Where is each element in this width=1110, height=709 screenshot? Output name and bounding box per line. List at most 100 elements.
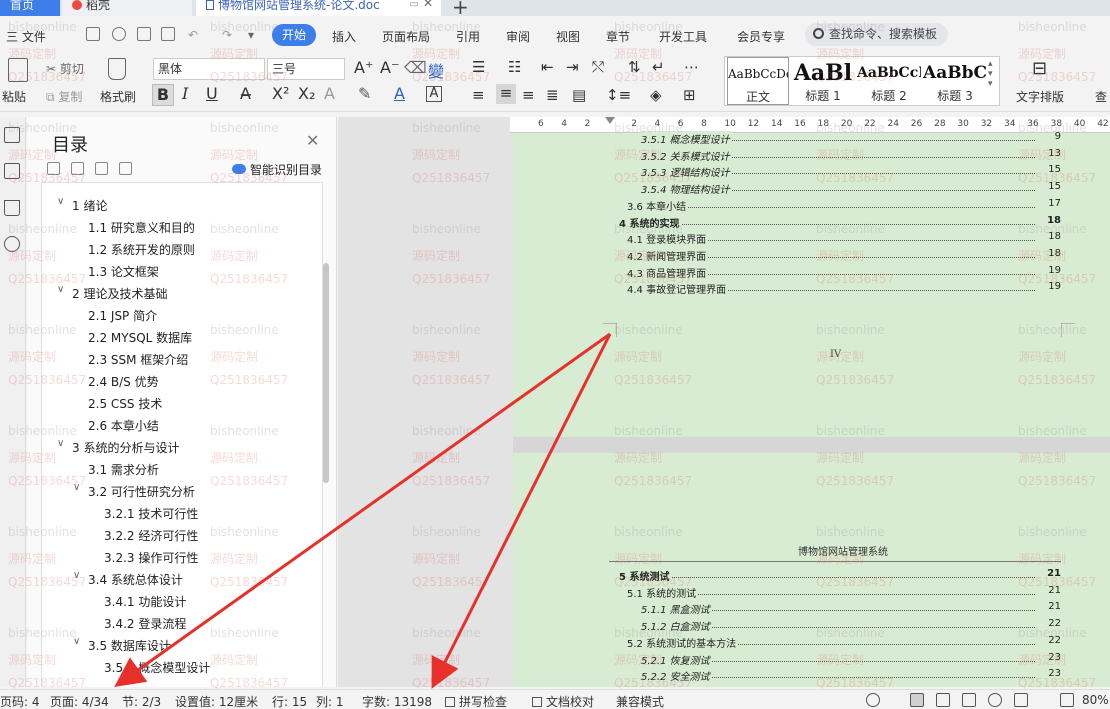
underline-button[interactable]: U bbox=[206, 84, 218, 103]
toc-item[interactable]: ∨ 1 绪论 bbox=[57, 196, 107, 214]
doc-toc-line[interactable]: 5.2.1 恢复测试 23 bbox=[609, 651, 1061, 667]
menu-insert[interactable]: 插入 bbox=[332, 28, 356, 45]
sort-icon[interactable]: ⇅ bbox=[628, 58, 641, 76]
eye-protection-icon[interactable] bbox=[866, 693, 880, 707]
indent-marker[interactable] bbox=[605, 117, 615, 124]
toc-item[interactable]: 2.5 CSS 技术 bbox=[88, 395, 162, 412]
text-effect-button[interactable]: A bbox=[324, 84, 335, 103]
clear-format-icon[interactable]: ⌫ bbox=[404, 58, 427, 77]
toc-panel-icon[interactable] bbox=[4, 127, 20, 143]
menu-member[interactable]: 会员专享 bbox=[737, 28, 785, 45]
decrease-indent-icon[interactable]: ⇤ bbox=[541, 58, 554, 76]
menu-file[interactable]: 三 文件 bbox=[6, 28, 46, 45]
menu-chapter[interactable]: 章节 bbox=[606, 28, 630, 45]
new-tab-button[interactable]: + bbox=[452, 0, 469, 19]
style-normal[interactable]: AaBbCcDd 正文 bbox=[727, 57, 789, 105]
doc-toc-line[interactable]: 5.1 系统的测试 21 bbox=[609, 584, 1061, 600]
bullet-list-icon[interactable]: ☰ bbox=[472, 58, 485, 76]
expand-all-icon[interactable] bbox=[47, 162, 60, 175]
text-layout-icon[interactable]: ⊟ bbox=[1032, 58, 1047, 79]
cut-button[interactable]: ✂ 剪切 bbox=[46, 60, 84, 77]
style-scroll-icon[interactable]: ▴ ▾ ▾ bbox=[988, 59, 993, 89]
smart-toc-button[interactable]: 智能识别目录 bbox=[232, 161, 322, 178]
toc-item[interactable]: 3.4.1 功能设计 bbox=[104, 593, 186, 610]
format-painter-button[interactable]: 格式刷 bbox=[100, 88, 136, 105]
doc-toc-line[interactable]: 3.5.4 物理结构设计 15 bbox=[609, 181, 1061, 197]
doc-toc-line[interactable]: 3.5.1 概念模型设计 9 bbox=[609, 131, 1061, 146]
page-view-icon[interactable] bbox=[910, 693, 924, 707]
close-tab-icon[interactable]: ✕ bbox=[423, 0, 433, 9]
text-layout-button[interactable]: 文字排版 bbox=[1016, 88, 1064, 105]
style-heading-2[interactable]: AaBbCcI 标题 2 bbox=[857, 57, 921, 105]
writing-mode-icon[interactable] bbox=[1014, 693, 1028, 707]
tab-document[interactable]: 博物馆网站管理系统-论文.doc ▭ ✕ bbox=[196, 0, 441, 16]
doc-toc-line[interactable]: 3.6 本章小结 17 bbox=[609, 197, 1061, 213]
format-painter-icon[interactable] bbox=[108, 58, 126, 80]
menu-page-layout[interactable]: 页面布局 bbox=[382, 28, 430, 45]
italic-button[interactable]: I bbox=[182, 84, 188, 103]
align-left-icon[interactable]: ≡ bbox=[472, 86, 485, 104]
toc-item[interactable]: 2.2 MYSQL 数据库 bbox=[88, 329, 192, 346]
output-icon[interactable] bbox=[112, 27, 126, 41]
borders-icon[interactable]: ⊞ bbox=[683, 86, 696, 104]
toc-item[interactable]: ∨ 3 系统的分析与设计 bbox=[57, 438, 179, 456]
delete-heading-icon[interactable] bbox=[119, 162, 132, 175]
doc-toc-line[interactable]: 5 系统测试 21 bbox=[609, 568, 1061, 583]
justify-icon[interactable]: ≣ bbox=[546, 86, 559, 104]
font-size-select[interactable]: 三号 bbox=[267, 58, 345, 80]
web-view-icon[interactable] bbox=[988, 693, 1002, 707]
fit-width-icon[interactable] bbox=[1060, 693, 1074, 707]
show-marks-icon[interactable]: ↵ bbox=[652, 58, 665, 76]
print-icon[interactable] bbox=[137, 27, 151, 41]
toc-item[interactable]: 2.3 SSM 框架介绍 bbox=[88, 351, 188, 368]
doc-toc-line[interactable]: 4.4 事故登记管理界面 19 bbox=[609, 281, 1061, 297]
command-search-input[interactable]: 查找命令、搜索模板 bbox=[805, 23, 948, 46]
doc-toc-line[interactable]: 5.1.2 白盒测试 22 bbox=[609, 618, 1061, 634]
chevron-down-icon[interactable]: ∨ bbox=[73, 482, 80, 493]
strikethrough-button[interactable]: A̶ bbox=[240, 84, 251, 103]
paste-button[interactable]: 粘贴 bbox=[2, 88, 26, 105]
doc-proof-button[interactable]: 文档校对 bbox=[532, 693, 594, 709]
doc-toc-line[interactable]: 3.5.3 逻辑结构设计 15 bbox=[609, 164, 1061, 180]
quick-access-dropdown-icon[interactable]: ▾ bbox=[248, 28, 254, 42]
toc-item[interactable]: 3.1 需求分析 bbox=[88, 461, 159, 478]
chapter-nav-icon[interactable] bbox=[4, 163, 20, 179]
copy-button[interactable]: ⧉ 复制 bbox=[46, 88, 82, 105]
shading-icon[interactable]: ◈ bbox=[650, 86, 662, 104]
toc-item[interactable]: ∨ 3.2 可行性研究分析 bbox=[73, 482, 195, 500]
menu-start[interactable]: 开始 bbox=[272, 24, 316, 46]
menu-references[interactable]: 引用 bbox=[456, 28, 480, 45]
redo-icon[interactable]: ↷ bbox=[222, 28, 232, 42]
toc-item[interactable]: 3.2.2 经济可行性 bbox=[104, 527, 198, 544]
distribute-icon[interactable]: ▤ bbox=[572, 86, 586, 104]
font-color-button[interactable]: A bbox=[394, 84, 405, 103]
doc-toc-line[interactable]: 5.2 系统测试的基本方法 22 bbox=[609, 634, 1061, 650]
document-page[interactable]: 3.5.1 概念模型设计 9 3.5.2 关系模式设计 13 3.5.3 逻辑结构设计 1… bbox=[513, 131, 1110, 437]
shrink-font-icon[interactable]: A⁻ bbox=[380, 58, 399, 77]
doc-toc-line[interactable]: 4.3 商品管理界面 19 bbox=[609, 264, 1061, 280]
menu-developer[interactable]: 开发工具 bbox=[659, 28, 707, 45]
toc-item[interactable]: 2.1 JSP 简介 bbox=[88, 307, 157, 324]
close-icon[interactable]: ✕ bbox=[306, 131, 319, 150]
align-center-icon[interactable]: ≡ bbox=[496, 84, 516, 104]
reading-view-icon[interactable] bbox=[962, 693, 976, 707]
bold-button[interactable]: B bbox=[152, 84, 174, 106]
chevron-down-icon[interactable]: ∨ bbox=[73, 636, 80, 647]
promote-level-icon[interactable] bbox=[71, 162, 84, 175]
toc-item[interactable]: 1.1 研究意义和目的 bbox=[88, 219, 195, 236]
document-page[interactable]: 博物馆网站管理系统 5 系统测试 21 5.1 系统的测试 21 5.1.1 黑盒测试 2… bbox=[513, 453, 1110, 687]
doc-toc-line[interactable]: 4.2 新闻管理界面 18 bbox=[609, 247, 1061, 263]
toc-item[interactable]: 3.5.1 概念模型设计 bbox=[104, 659, 210, 676]
zoom-level[interactable]: 80% bbox=[1082, 693, 1109, 707]
pin-icon[interactable]: ▭ bbox=[410, 0, 419, 10]
toc-item[interactable]: ∨ 3.5 数据库设计 bbox=[73, 636, 171, 654]
page-indicator[interactable]: 页面: 4/34 bbox=[50, 693, 109, 709]
toc-item[interactable]: 1.2 系统开发的原则 bbox=[88, 241, 195, 258]
setting-value[interactable]: 设置值: 12厘米 bbox=[175, 693, 258, 709]
save-icon[interactable] bbox=[86, 27, 100, 41]
phonetic-icon[interactable]: 變 bbox=[428, 58, 444, 82]
word-count[interactable]: 字数: 13198 bbox=[362, 693, 432, 709]
toc-item[interactable]: ∨ 2 理论及技术基础 bbox=[57, 284, 167, 302]
numbered-list-icon[interactable]: ☷ bbox=[508, 58, 521, 76]
toc-item[interactable]: 1.3 论文框架 bbox=[88, 263, 159, 280]
